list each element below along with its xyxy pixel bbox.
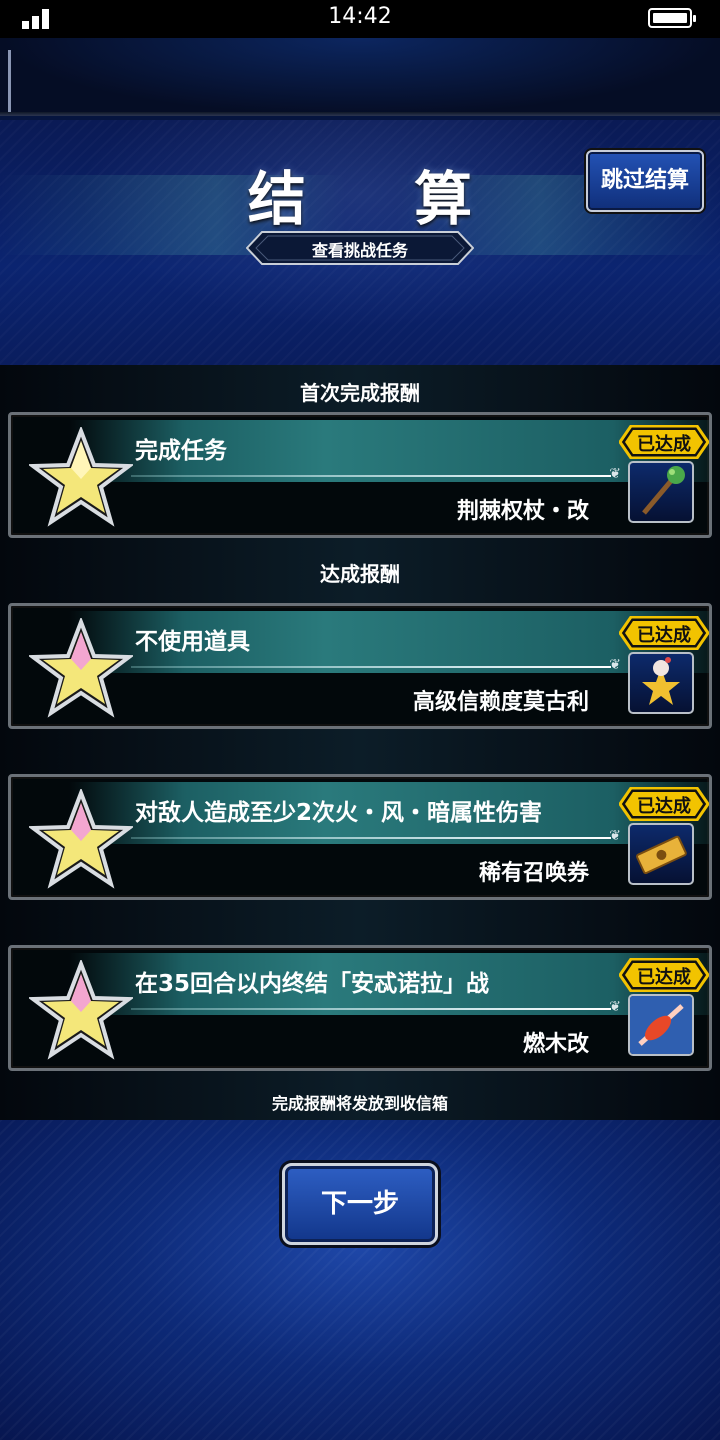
mission-description: 对敌人造成至少2次火・风・暗属性伤害 (135, 800, 543, 826)
mission-card: 在35回合以内终结「安忒诺拉」战 燃木改 已达成 (8, 945, 712, 1071)
mission-description: 不使用道具 (135, 629, 250, 655)
mission-card: 不使用道具 高级信赖度莫古利 已达成 (8, 603, 712, 729)
view-challenge-tasks-button[interactable]: 查看挑战任务 (246, 231, 474, 265)
top-band (0, 38, 720, 116)
summon-ticket-icon[interactable] (628, 823, 694, 885)
star-icon (29, 960, 133, 1060)
achieved-label: 已达成 (637, 967, 691, 988)
achieved-label: 已达成 (637, 625, 691, 646)
achieved-label: 已达成 (637, 796, 691, 817)
star-icon (29, 789, 133, 889)
thorn-scepter-icon[interactable] (628, 461, 694, 523)
mission-reward: 荆棘权杖・改 (456, 499, 589, 524)
mission-card: 完成任务 荆棘权杖・改 已达成 (8, 412, 712, 538)
achieved-badge: 已达成 (619, 616, 709, 650)
skip-results-button[interactable]: 跳过结算 (586, 150, 704, 212)
mission-reward: 燃木改 (522, 1032, 589, 1057)
mailbox-notice: 完成报酬将发放到收信箱 (271, 1094, 448, 1113)
mission-reward: 高级信赖度莫古利 (412, 690, 589, 715)
achieved-badge: 已达成 (619, 425, 709, 459)
mission-description: 在35回合以内终结「安忒诺拉」战 (135, 971, 490, 997)
status-bar: 14:42 (0, 0, 720, 38)
mission-card: 对敌人造成至少2次火・风・暗属性伤害 稀有召唤券 已达成 (8, 774, 712, 900)
next-button[interactable]: 下一步 (282, 1163, 438, 1245)
achieved-badge: 已达成 (619, 787, 709, 821)
status-time: 14:42 (328, 4, 392, 29)
mission-description: 完成任务 (135, 438, 227, 464)
burning-wood-icon[interactable] (628, 994, 694, 1056)
star-icon (29, 427, 133, 527)
star-icon (29, 618, 133, 718)
moogle-icon[interactable] (628, 652, 694, 714)
section-first-clear: 首次完成报酬 (300, 381, 420, 405)
battery-icon (648, 8, 696, 28)
section-achievement: 达成报酬 (320, 562, 400, 586)
achieved-label: 已达成 (637, 434, 691, 455)
view-tasks-label: 查看挑战任务 (311, 241, 408, 260)
achieved-badge: 已达成 (619, 958, 709, 992)
mission-reward: 稀有召唤券 (478, 861, 589, 886)
